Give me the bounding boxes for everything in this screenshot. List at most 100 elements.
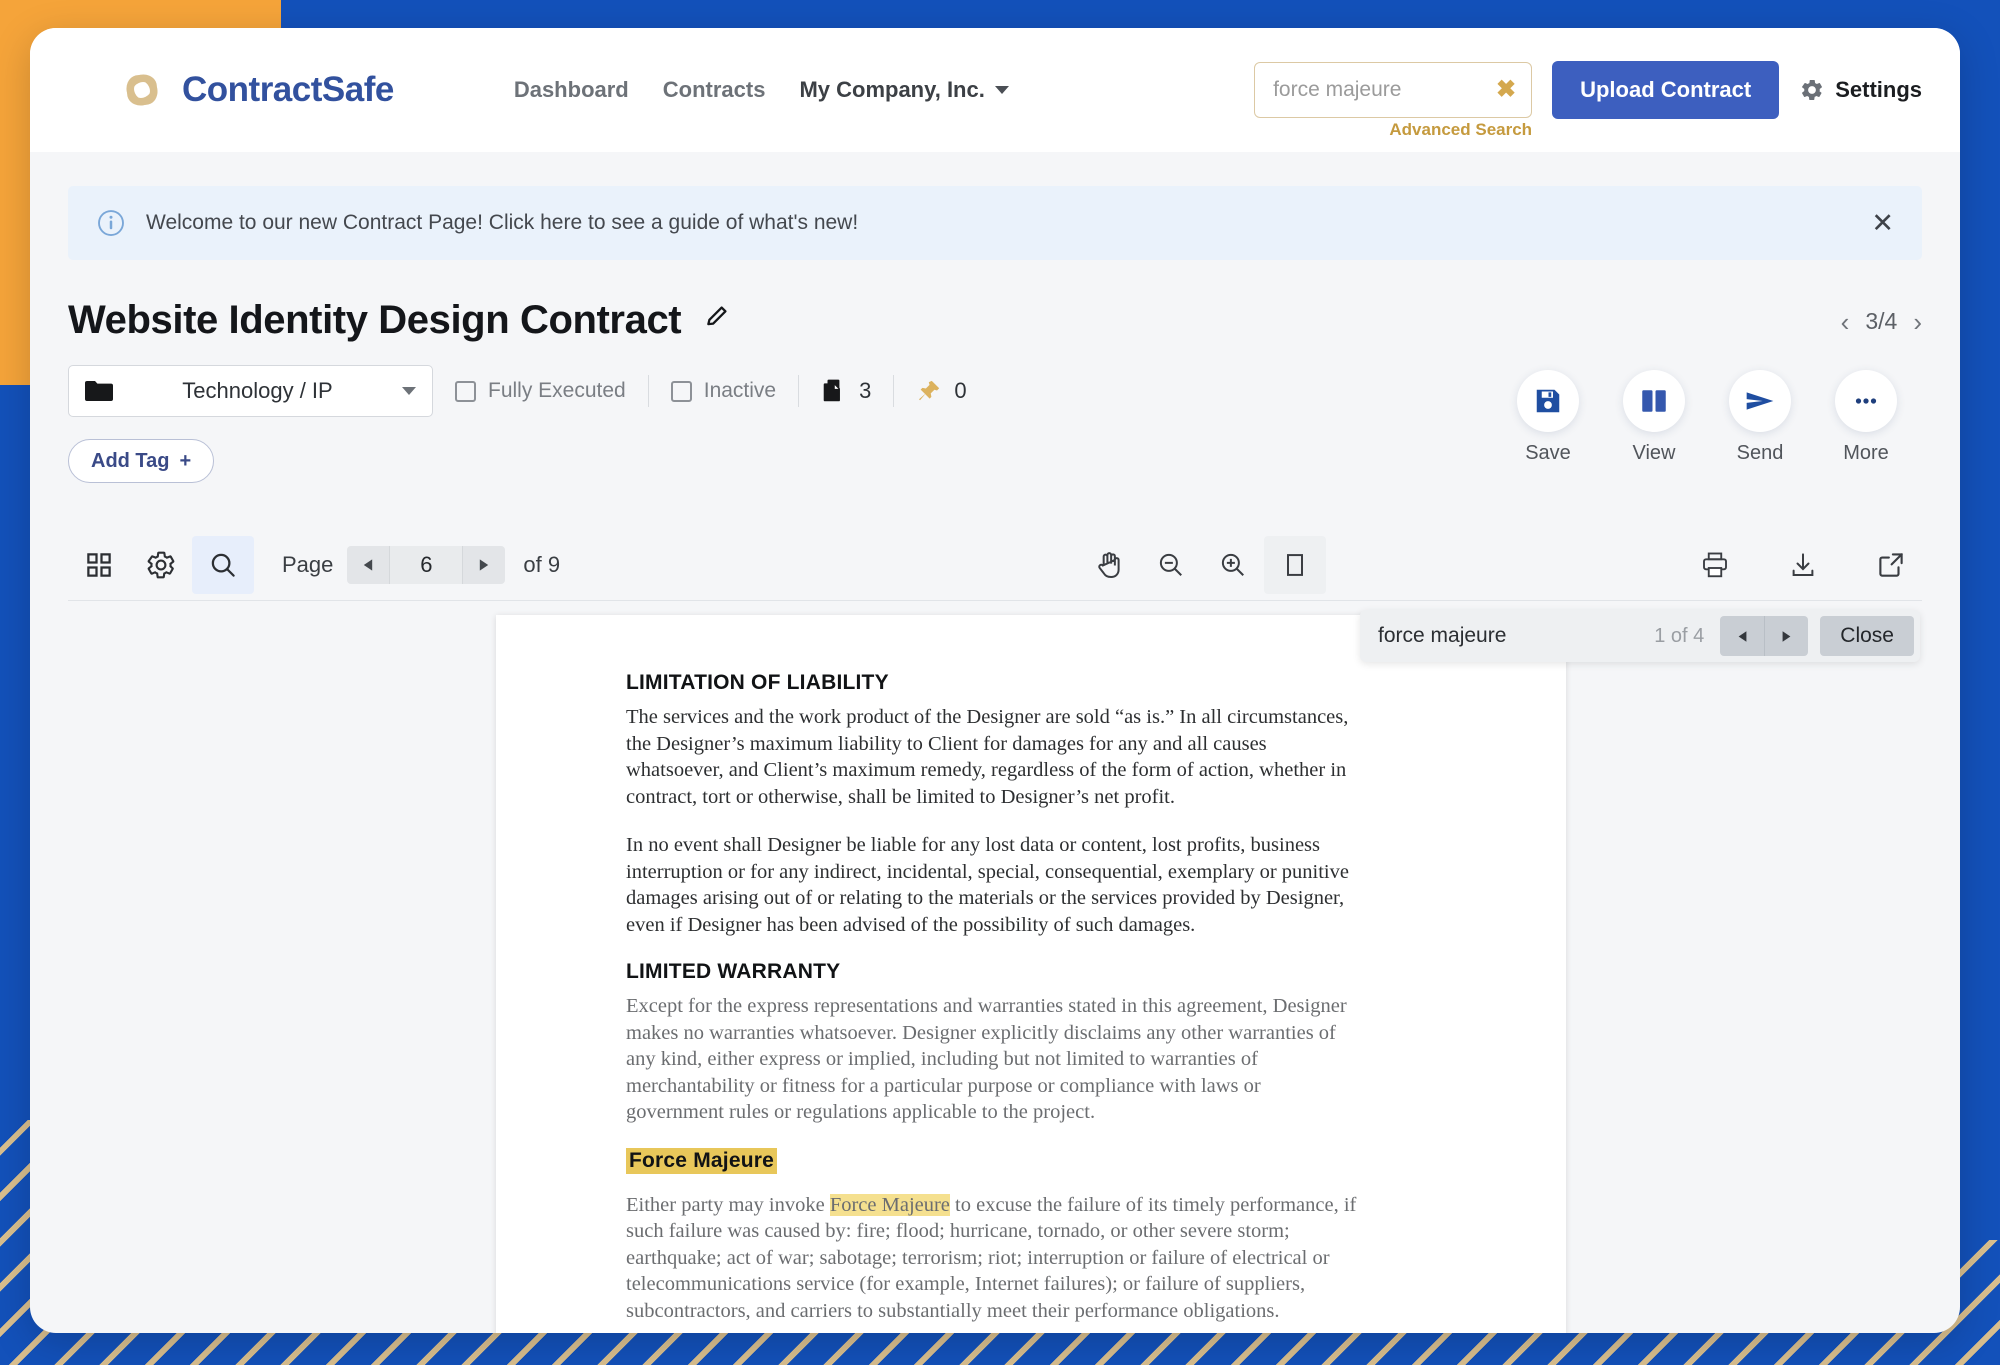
banner-text-after: to see a guide of what's new! <box>582 211 859 234</box>
upload-contract-button[interactable]: Upload Contract <box>1552 61 1780 119</box>
company-menu-label: My Company, Inc. <box>799 77 985 102</box>
printer-icon[interactable] <box>1684 536 1746 594</box>
documents-count[interactable]: 3 <box>799 378 893 404</box>
chevron-down-icon <box>402 387 416 395</box>
pdf-find-close-button[interactable]: Close <box>1820 616 1914 656</box>
more-label: More <box>1843 442 1889 464</box>
columns-view-icon <box>1642 390 1666 412</box>
plus-icon: + <box>179 449 192 472</box>
triangle-left-icon <box>1738 630 1747 642</box>
info-circle-icon <box>98 210 124 236</box>
doc-paragraph: Except for the express representations a… <box>626 995 1347 1123</box>
folder-select[interactable]: Technology / IP <box>68 365 433 417</box>
save-floppy-icon <box>1536 389 1560 413</box>
brand-logo[interactable]: ContractSafe <box>118 66 394 114</box>
save-label: Save <box>1525 442 1571 464</box>
documents-icon <box>823 379 841 402</box>
hand-pan-icon[interactable] <box>1078 536 1140 594</box>
checkbox-label: Inactive <box>703 379 777 402</box>
doc-heading-wrap: Force Majeure <box>626 1147 1522 1183</box>
banner-close-icon[interactable]: ✕ <box>1871 209 1894 237</box>
pdf-find-next-button[interactable] <box>1764 616 1809 656</box>
viewer-search-icon[interactable] <box>192 535 254 594</box>
checkbox-box <box>455 380 476 402</box>
open-external-icon[interactable] <box>1860 536 1922 594</box>
page-title: Website Identity Design Contract <box>68 298 730 343</box>
triangle-right-icon <box>1782 630 1791 642</box>
contractsafe-knot-logo-icon <box>126 74 158 106</box>
download-icon[interactable] <box>1772 536 1834 594</box>
pencil-icon[interactable] <box>704 303 730 329</box>
title-row: Website Identity Design Contract ‹ 3/4 › <box>68 298 1922 343</box>
view-icon-circle <box>1623 370 1685 432</box>
doc-paragraph: Either party may invoke Force Majeure to… <box>626 1192 1361 1325</box>
nav-link-dashboard[interactable]: Dashboard <box>514 77 629 103</box>
more-icon-circle <box>1835 370 1897 432</box>
pdf-toolbar: Page 6 of 9 <box>68 529 1922 601</box>
pager-prev-icon[interactable]: ‹ <box>1841 309 1850 335</box>
search-clear-icon[interactable]: ✖ <box>1496 78 1516 102</box>
page-fit-icon[interactable] <box>1264 535 1326 594</box>
triangle-right-icon <box>480 558 489 571</box>
pdf-find-count: 1 of 4 <box>1654 624 1705 647</box>
triangle-left-icon <box>364 558 373 571</box>
doc-paragraph: In no event shall Designer be liable for… <box>626 834 1349 936</box>
viewer-settings-gear-icon[interactable] <box>130 536 192 594</box>
page-prev-button[interactable] <box>347 545 390 584</box>
doc-heading-highlighted: Force Majeure <box>626 1147 777 1174</box>
page-label: Page <box>282 551 334 577</box>
doc-paragraph: The services and the work product of the… <box>626 706 1349 808</box>
checkbox-box <box>670 380 692 402</box>
banner-guide-link[interactable]: Click here <box>489 211 582 234</box>
view-label: View <box>1632 442 1676 464</box>
app-body: Welcome to our new Contract Page! Click … <box>30 186 1960 1333</box>
settings-button[interactable]: Settings <box>1799 77 1922 103</box>
save-icon-circle <box>1517 370 1579 432</box>
page-number-input[interactable]: 6 <box>389 545 464 584</box>
settings-label: Settings <box>1835 77 1922 102</box>
pinned-count-value: 0 <box>954 378 967 403</box>
app-window: ContractSafe Dashboard Contracts My Comp… <box>30 28 1960 1333</box>
contract-title-text: Website Identity Design Contract <box>68 298 682 342</box>
view-button[interactable]: View <box>1612 370 1696 465</box>
add-tag-label: Add Tag <box>91 449 170 472</box>
nav-link-contracts[interactable]: Contracts <box>663 77 766 103</box>
pdf-viewport[interactable]: LIMITATION OF LIABILITY The services and… <box>68 601 1922 1333</box>
pdf-page: LIMITATION OF LIABILITY The services and… <box>496 615 1566 1333</box>
pdf-find-prev-button[interactable] <box>1720 616 1765 656</box>
record-pager: ‹ 3/4 › <box>1841 298 1922 335</box>
global-search-wrap: ✖ Advanced Search <box>1254 62 1533 139</box>
zoom-out-icon[interactable] <box>1140 536 1202 594</box>
chevron-down-icon <box>994 86 1009 94</box>
checkbox-inactive[interactable]: Inactive <box>649 379 798 403</box>
send-label: Send <box>1736 442 1784 464</box>
info-banner-text: Welcome to our new Contract Page! Click … <box>146 211 858 235</box>
page-stepper: 6 <box>347 545 506 584</box>
ellipsis-icon <box>1855 398 1877 404</box>
company-menu[interactable]: My Company, Inc. <box>799 77 1009 103</box>
page-next-button[interactable] <box>463 545 506 584</box>
checkbox-fully-executed[interactable]: Fully Executed <box>433 379 648 403</box>
documents-count-value: 3 <box>859 378 872 403</box>
search-highlight: Force Majeure <box>829 1193 950 1216</box>
header-actions: ✖ Advanced Search Upload Contract Settin… <box>1254 61 1922 139</box>
pager-value: 3/4 <box>1865 308 1898 334</box>
page-total-label: of 9 <box>523 551 561 577</box>
advanced-search-link[interactable]: Advanced Search <box>1389 120 1532 140</box>
add-tag-button[interactable]: Add Tag + <box>68 439 215 483</box>
save-button[interactable]: Save <box>1506 370 1590 465</box>
search-input[interactable] <box>1254 62 1533 118</box>
brand-name: ContractSafe <box>182 70 394 109</box>
pager-next-icon[interactable]: › <box>1913 309 1922 335</box>
pdf-find-input[interactable]: force majeure <box>1378 624 1506 648</box>
app-header: ContractSafe Dashboard Contracts My Comp… <box>30 28 1960 152</box>
pdf-toolbar-right <box>1684 536 1922 594</box>
action-bar: Save View Send More <box>1506 370 1908 465</box>
send-icon-circle <box>1729 370 1791 432</box>
thumbnails-grid-icon[interactable] <box>68 536 130 594</box>
pinned-count[interactable]: 0 <box>894 378 988 404</box>
send-button[interactable]: Send <box>1718 370 1802 465</box>
more-button[interactable]: More <box>1824 370 1908 465</box>
pin-icon <box>919 380 940 401</box>
zoom-in-icon[interactable] <box>1202 536 1264 594</box>
